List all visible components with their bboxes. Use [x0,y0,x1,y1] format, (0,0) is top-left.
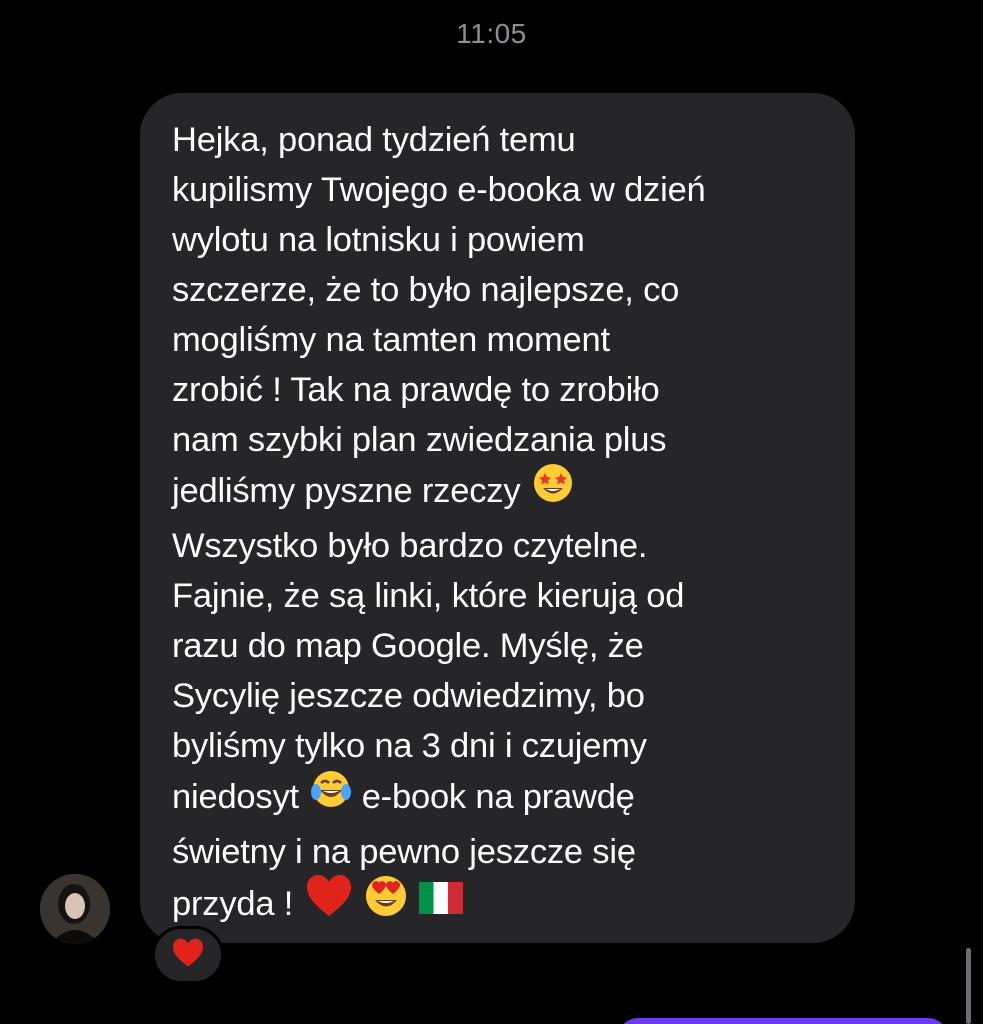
heart-eyes-emoji [364,874,408,932]
message-segment: e-book na prawdę [361,778,635,817]
message-line: szczerze, że to było najlepsze, co [172,271,680,309]
message-line: kupilismy Twojego e-booka w dzień [172,171,706,209]
message-line: zrobić ! Tak na prawdę to zrobiło [172,371,660,409]
message-line: świetny i na pewno jeszcze się [172,833,636,871]
message-line: Hejka, ponad tydzień temu [172,121,576,159]
message-line: przyda ! [172,874,835,935]
message-reaction[interactable] [152,926,224,984]
outgoing-message-bubble[interactable] [618,1018,948,1024]
message-line: jedliśmy pyszne rzeczy [172,462,835,521]
message-line: Sycylię jeszcze odwiedzimy, bo [172,677,645,715]
red-heart-emoji [305,874,353,932]
incoming-message-bubble[interactable]: Hejka, ponad tydzień temu kupilismy Twoj… [140,93,855,943]
message-segment: jedliśmy pyszne rzeczy [172,472,521,511]
message-line: mogliśmy na tamten moment [172,321,610,359]
red-heart-emoji [171,938,205,973]
chat-screen: 11:05 Hejka, ponad tydzień temu kupilism… [0,0,983,1024]
message-text: Hejka, ponad tydzień temu kupilismy Twoj… [172,115,835,935]
message-line: niedosyt e-book na prawdę [172,771,835,827]
message-timestamp: 11:05 [456,18,527,49]
message-line: byliśmy tylko na 3 dni i czujemy [172,727,647,765]
message-line: Fajnie, że są linki, które kierują od [172,577,685,615]
tears-of-joy-emoji [310,768,352,824]
message-line: nam szybki plan zwiedzania plus [172,421,667,459]
scrollbar[interactable] [966,948,971,1024]
star-struck-emoji [532,462,574,518]
message-segment: niedosyt [172,778,299,817]
sender-avatar[interactable] [40,874,110,944]
message-line: wylotu na lotnisku i powiem [172,221,585,259]
message-line: Wszystko było bardzo czytelne. [172,527,648,565]
italy-flag-emoji [419,878,464,928]
message-line: razu do map Google. Myślę, że [172,627,644,665]
message-segment: przyda ! [172,885,294,924]
